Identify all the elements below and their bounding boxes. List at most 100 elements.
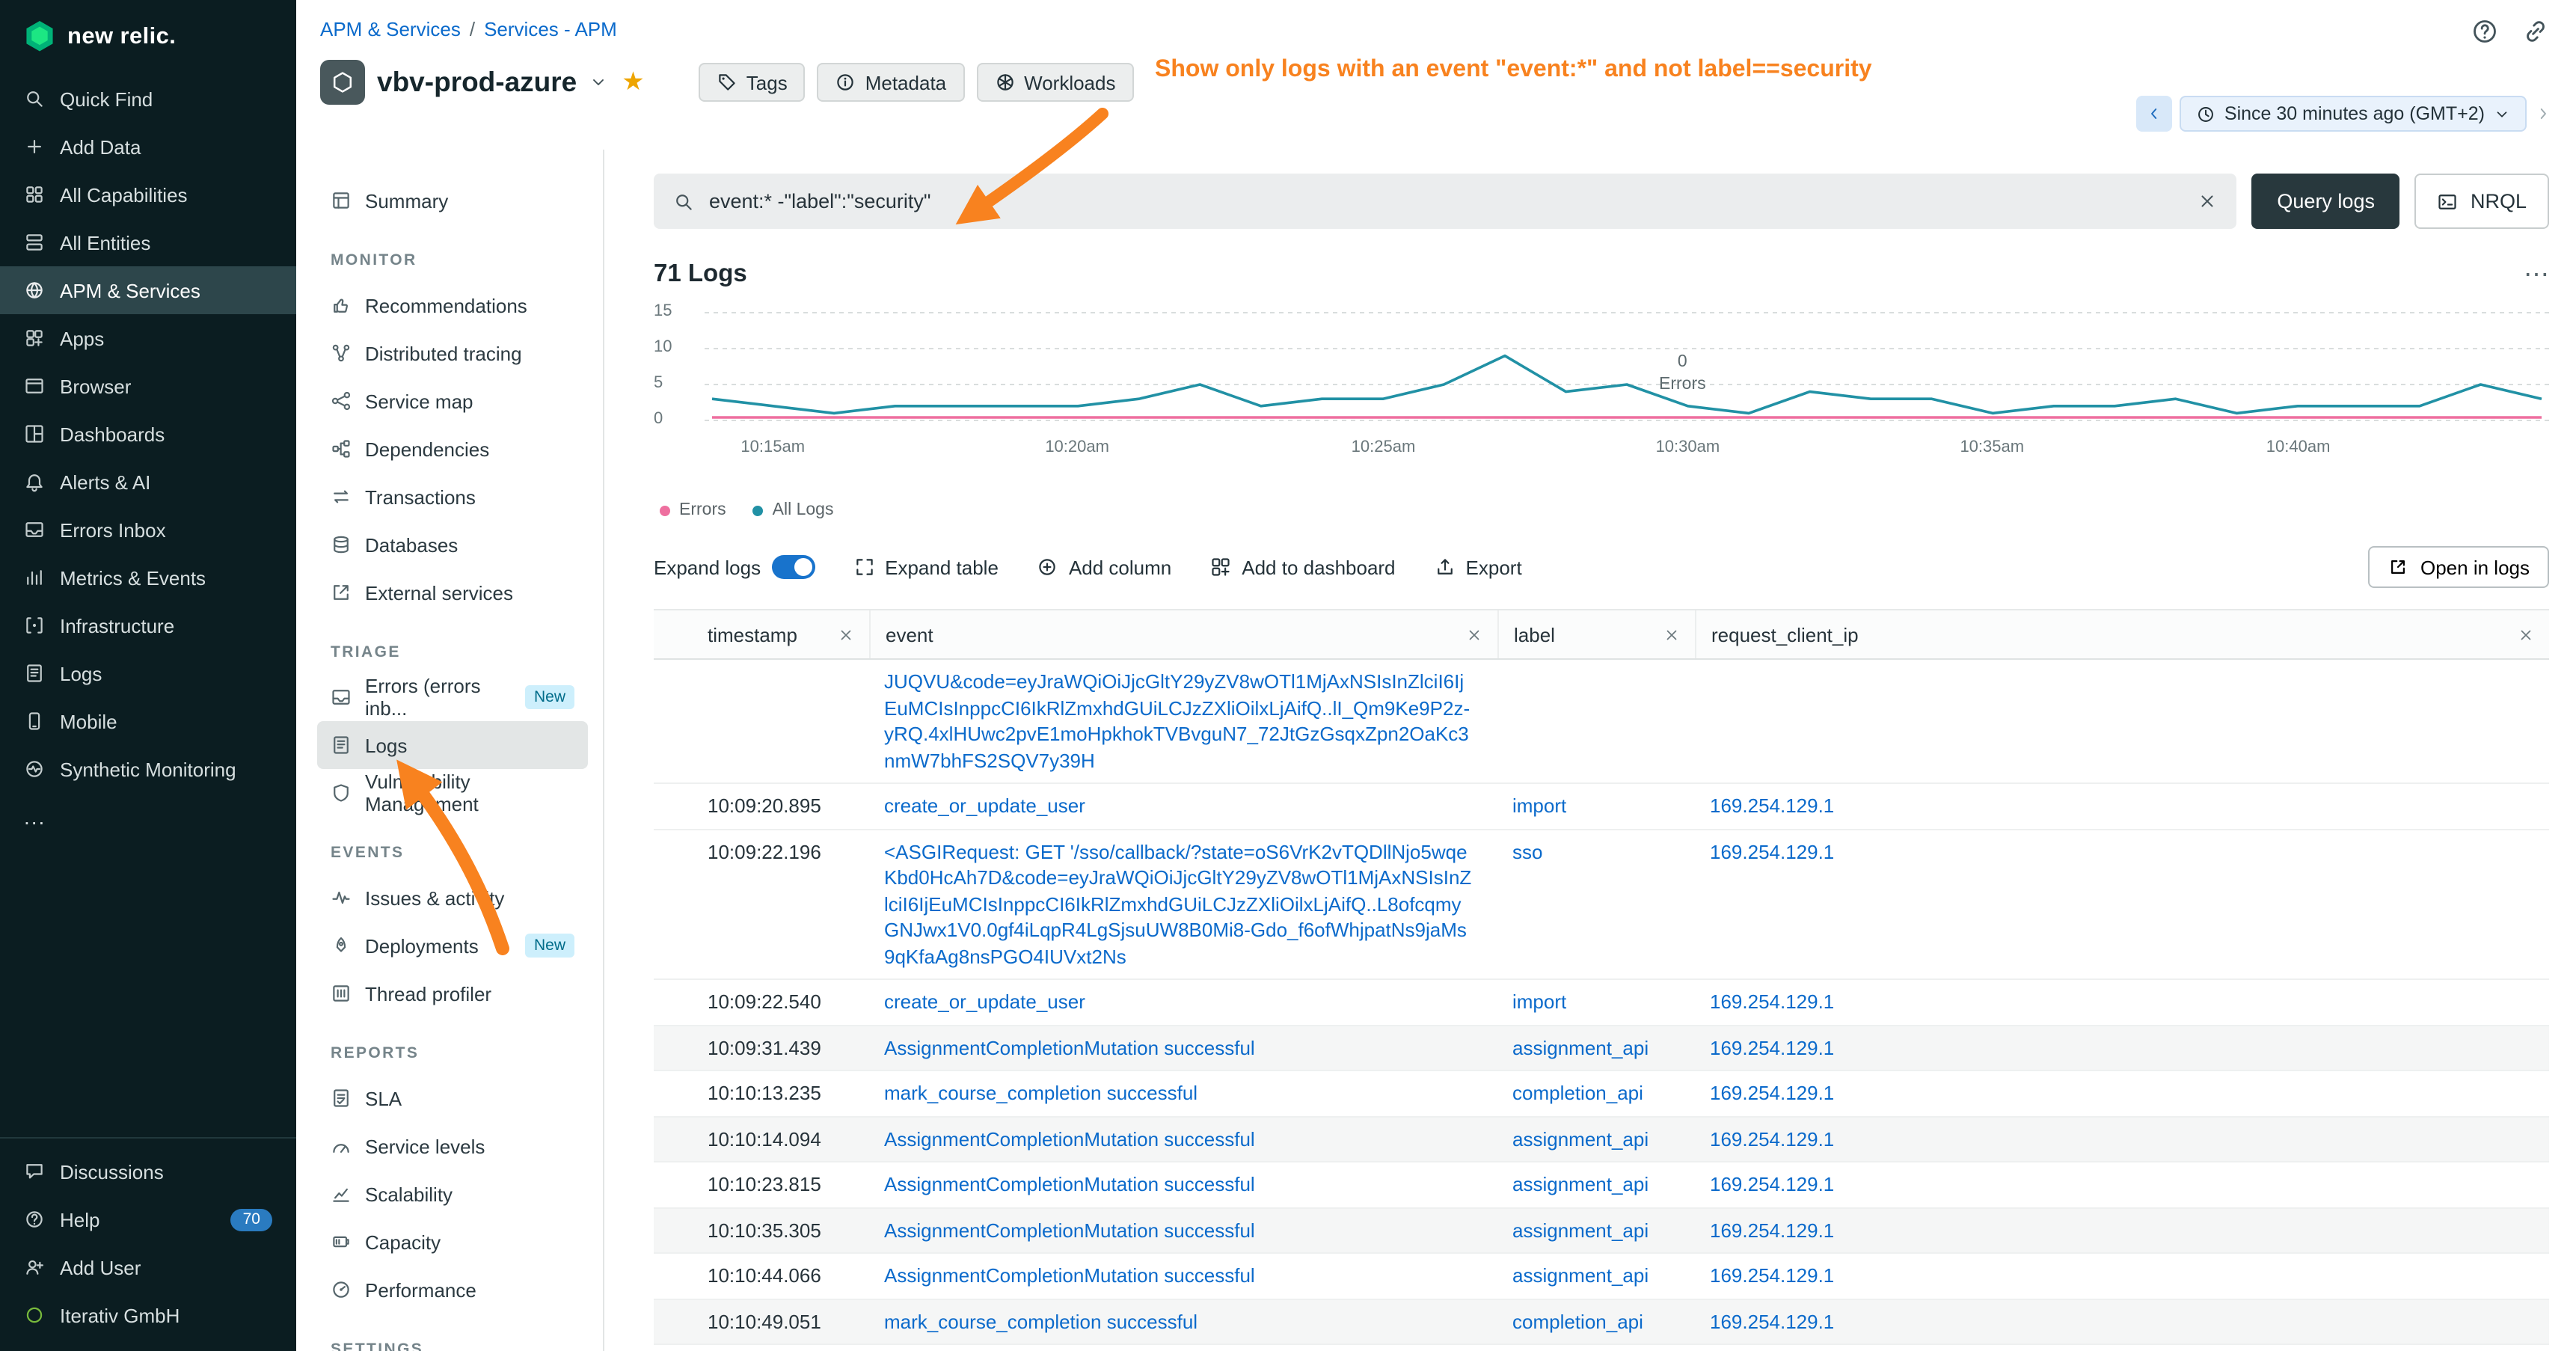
sidebar-item-more[interactable]: ... (0, 793, 296, 841)
label-link[interactable]: assignment_api (1497, 1171, 1695, 1198)
sidebar-item-errors-inbox[interactable]: Errors Inbox (0, 506, 296, 554)
ip-link[interactable]: 169.254.129.1 (1695, 1035, 2549, 1061)
ip-link[interactable]: 169.254.129.1 (1695, 1308, 2549, 1335)
sidebar-item-apm-services[interactable]: APM & Services (0, 266, 296, 314)
subnav-item-transactions[interactable]: Transactions (317, 473, 588, 521)
help-circle-icon[interactable] (2471, 18, 2498, 45)
label-link[interactable]: import (1497, 793, 1695, 819)
sidebar-item-all-capabilities[interactable]: All Capabilities (0, 171, 296, 218)
subnav-item-dependencies[interactable]: Dependencies (317, 425, 588, 473)
event-link[interactable]: JUQVU&code=eyJraWQiOiJjcGltY29yZV8wOTl1M… (869, 669, 1497, 773)
time-back-button[interactable] (2136, 96, 2172, 132)
export-button[interactable]: Export (1435, 556, 1522, 578)
subnav-item-databases[interactable]: Databases (317, 521, 588, 569)
event-link[interactable]: AssignmentCompletionMutation successful (869, 1126, 1497, 1152)
sidebar-item-help[interactable]: Help 70 (0, 1195, 296, 1243)
event-link[interactable]: AssignmentCompletionMutation successful (869, 1217, 1497, 1243)
workloads-button[interactable]: Workloads (976, 63, 1133, 102)
sidebar-item-alerts-ai[interactable]: Alerts & AI (0, 458, 296, 506)
remove-column-icon[interactable] (838, 626, 854, 643)
metadata-button[interactable]: Metadata (818, 63, 964, 102)
subnav-item-capacity[interactable]: Capacity (317, 1218, 588, 1266)
event-link[interactable]: mark_course_completion successful (869, 1080, 1497, 1106)
table-row[interactable]: 10:09:22.540 create_or_update_user impor… (654, 980, 2549, 1026)
sidebar-item-logs[interactable]: Logs (0, 649, 296, 697)
event-link[interactable]: create_or_update_user (869, 793, 1497, 819)
subnav-item-external-services[interactable]: External services (317, 569, 588, 616)
time-forward-button[interactable] (2534, 105, 2552, 123)
ip-link[interactable]: 169.254.129.1 (1695, 1217, 2549, 1243)
label-link[interactable]: assignment_api (1497, 1035, 1695, 1061)
expand-logs-toggle[interactable] (771, 555, 815, 579)
add-column-button[interactable]: Add column (1037, 556, 1171, 578)
label-link[interactable]: assignment_api (1497, 1126, 1695, 1152)
table-row[interactable]: 10:09:22.196 <ASGIRequest: GET '/sso/cal… (654, 830, 2549, 980)
breadcrumb-apm-services[interactable]: APM & Services (320, 18, 461, 40)
sidebar-item-dashboards[interactable]: Dashboards (0, 410, 296, 458)
ip-link[interactable]: 169.254.129.1 (1695, 1171, 2549, 1198)
subnav-item-issues-activity[interactable]: Issues & activity (317, 874, 588, 922)
ip-link[interactable]: 169.254.129.1 (1695, 1263, 2549, 1289)
subnav-item-distributed-tracing[interactable]: Distributed tracing (317, 329, 588, 377)
open-in-logs-button[interactable]: Open in logs (2368, 546, 2549, 588)
sidebar-item-metrics-events[interactable]: Metrics & Events (0, 554, 296, 601)
label-link[interactable]: assignment_api (1497, 1263, 1695, 1289)
more-options-icon[interactable]: ⋯ (2524, 262, 2549, 287)
event-link[interactable]: AssignmentCompletionMutation successful (869, 1035, 1497, 1061)
add-to-dashboard-button[interactable]: Add to dashboard (1210, 556, 1395, 578)
new-relic-logo[interactable]: new relic. (0, 0, 296, 75)
label-link[interactable]: completion_api (1497, 1308, 1695, 1335)
breadcrumb-services-apm[interactable]: Services - APM (484, 18, 617, 40)
subnav-item-logs[interactable]: Logs (317, 721, 588, 769)
sidebar-item-apps[interactable]: Apps (0, 314, 296, 362)
sidebar-item-account[interactable]: Iterativ GmbH (0, 1291, 296, 1339)
subnav-item-service-levels[interactable]: Service levels (317, 1122, 588, 1170)
sidebar-item-infrastructure[interactable]: Infrastructure (0, 601, 296, 649)
event-link[interactable]: mark_course_completion successful (869, 1308, 1497, 1335)
subnav-item-sla[interactable]: SLA (317, 1074, 588, 1122)
label-link[interactable]: completion_api (1497, 1080, 1695, 1106)
subnav-item-recommendations[interactable]: Recommendations (317, 281, 588, 329)
sidebar-item-mobile[interactable]: Mobile (0, 697, 296, 745)
subnav-item-scalability[interactable]: Scalability (317, 1170, 588, 1218)
table-row[interactable]: 10:09:31.439 AssignmentCompletionMutatio… (654, 1026, 2549, 1071)
label-link[interactable]: assignment_api (1497, 1217, 1695, 1243)
subnav-item-performance[interactable]: Performance (317, 1266, 588, 1314)
legend-all-logs[interactable]: All Logs (753, 501, 834, 519)
logs-search-input[interactable] (709, 190, 2183, 212)
table-row[interactable]: 10:10:35.305 AssignmentCompletionMutatio… (654, 1208, 2549, 1254)
subnav-item-service-map[interactable]: Service map (317, 377, 588, 425)
query-logs-button[interactable]: Query logs (2251, 174, 2400, 229)
subnav-item-deployments[interactable]: Deployments New (317, 922, 588, 969)
label-link[interactable]: import (1497, 989, 1695, 1015)
time-range-button[interactable]: Since 30 minutes ago (GMT+2) (2180, 96, 2527, 132)
subnav-item-errors-inbox[interactable]: Errors (errors inb... New (317, 673, 588, 721)
clear-search-icon[interactable] (2198, 192, 2217, 211)
table-row[interactable]: JUQVU&code=eyJraWQiOiJjcGltY29yZV8wOTl1M… (654, 660, 2549, 784)
table-row[interactable]: 10:10:44.066 AssignmentCompletionMutatio… (654, 1254, 2549, 1299)
ip-link[interactable]: 169.254.129.1 (1695, 1080, 2549, 1106)
legend-errors[interactable]: Errors (660, 501, 726, 519)
sidebar-item-add-user[interactable]: Add User (0, 1243, 296, 1291)
sidebar-item-discussions[interactable]: Discussions (0, 1148, 296, 1195)
remove-column-icon[interactable] (2518, 626, 2534, 643)
ip-link[interactable]: 169.254.129.1 (1695, 839, 2549, 865)
event-link[interactable]: AssignmentCompletionMutation successful (869, 1171, 1497, 1198)
label-link[interactable]: sso (1497, 839, 1695, 865)
nrql-button[interactable]: NRQL (2415, 174, 2549, 229)
entity-chevron-down-icon[interactable] (589, 73, 607, 91)
event-link[interactable]: AssignmentCompletionMutation successful (869, 1263, 1497, 1289)
table-row[interactable]: 10:10:49.051 mark_course_completion succ… (654, 1299, 2549, 1345)
event-link[interactable]: create_or_update_user (869, 989, 1497, 1015)
tags-button[interactable]: Tags (699, 63, 806, 102)
remove-column-icon[interactable] (1466, 626, 1482, 643)
sidebar-item-add-data[interactable]: Add Data (0, 123, 296, 171)
ip-link[interactable]: 169.254.129.1 (1695, 793, 2549, 819)
sidebar-item-all-entities[interactable]: All Entities (0, 218, 296, 266)
ip-link[interactable]: 169.254.129.1 (1695, 989, 2549, 1015)
table-row[interactable]: 10:10:14.094 AssignmentCompletionMutatio… (654, 1117, 2549, 1162)
subnav-item-thread-profiler[interactable]: Thread profiler (317, 969, 588, 1017)
ip-link[interactable]: 169.254.129.1 (1695, 1126, 2549, 1152)
table-row[interactable]: 10:10:13.235 mark_course_completion succ… (654, 1071, 2549, 1117)
event-link[interactable]: <ASGIRequest: GET '/sso/callback/?state=… (869, 839, 1497, 969)
